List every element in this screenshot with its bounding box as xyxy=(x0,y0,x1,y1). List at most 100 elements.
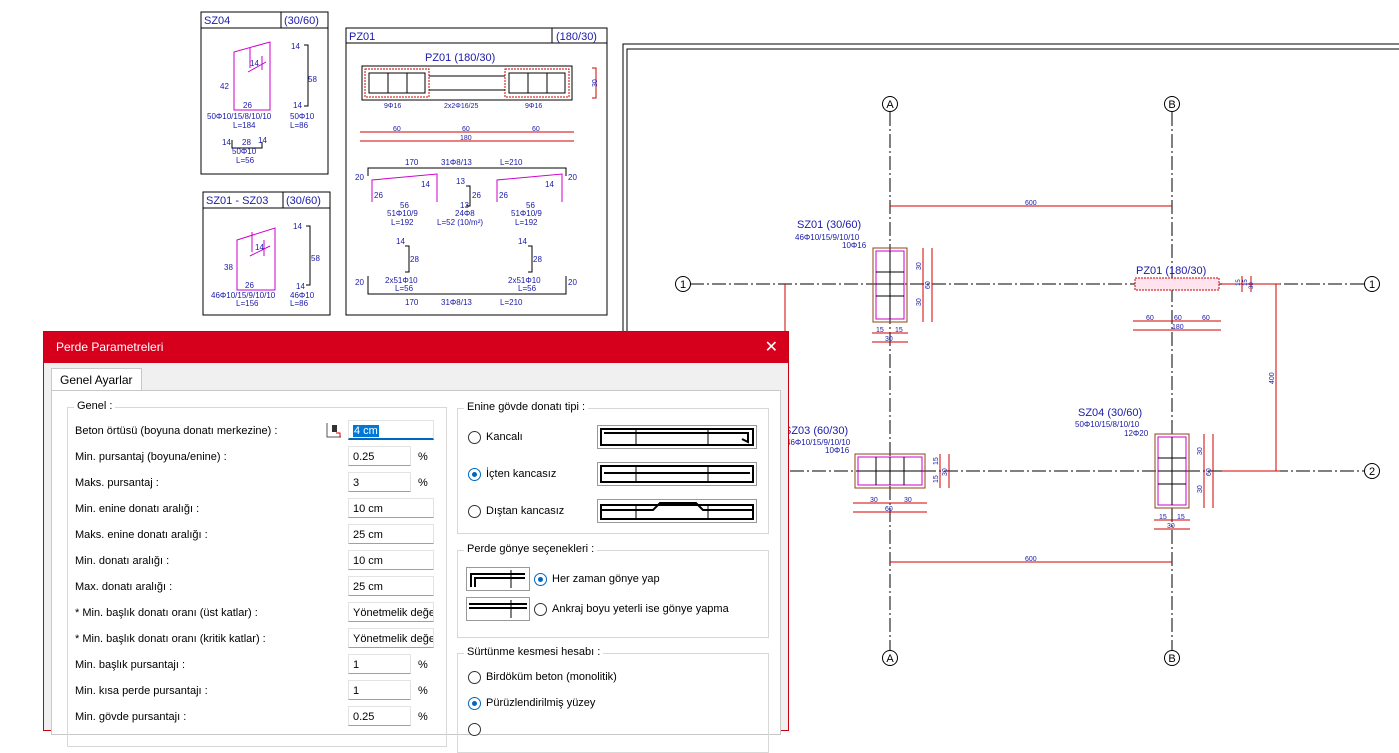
svg-text:30: 30 xyxy=(1167,523,1175,530)
svg-text:50Φ10: 50Φ10 xyxy=(290,112,315,121)
tab-panel-genel: Genel : Beton örtüsü (boyuna donatı merk… xyxy=(51,390,781,753)
svg-text:50Φ10/15/8/10/10: 50Φ10/15/8/10/10 xyxy=(1075,420,1140,429)
genel-group-title: Genel : xyxy=(74,400,116,412)
svg-text:14: 14 xyxy=(250,59,259,68)
svg-text:58: 58 xyxy=(308,75,317,84)
svg-text:170: 170 xyxy=(405,158,419,167)
pick-icon[interactable] xyxy=(324,420,344,440)
svg-text:60: 60 xyxy=(1146,315,1154,322)
min-baslik-pursantaji-input[interactable]: 1 xyxy=(348,654,411,674)
radio-her-zaman-gonye-yap[interactable] xyxy=(534,573,547,586)
axis-b-bottom: B xyxy=(1168,653,1175,665)
label-kancali[interactable]: Kancalı xyxy=(486,431,523,443)
enine-govde-donati-tipi-group: Enine gövde donatı tipi : Kancalı İçten … xyxy=(457,401,769,534)
label-ankraj-boyu-yeterli[interactable]: Ankraj boyu yeterli ise gönye yapma xyxy=(552,603,729,615)
svg-text:14: 14 xyxy=(296,282,305,291)
dialog-title: Perde Parametreleri xyxy=(56,340,164,354)
label-max-donati-araligi: Max. donatı aralığı : xyxy=(75,581,173,593)
min-donati-araligi-input[interactable]: 10 cm xyxy=(348,550,434,570)
unit-percent: % xyxy=(418,451,428,463)
min-baslik-donati-orani-kritik-input[interactable]: Yönetmelik değe xyxy=(348,628,434,648)
genel-group: Genel : Beton örtüsü (boyuna donatı merk… xyxy=(67,400,447,747)
svg-text:L=56: L=56 xyxy=(395,284,414,293)
svg-text:14: 14 xyxy=(291,42,300,51)
surtunme-group-title: Sürtünme kesmesi hesabı : xyxy=(464,646,604,658)
label-min-donati-araligi: Min. donatı aralığı : xyxy=(75,555,170,567)
svg-text:26: 26 xyxy=(499,191,508,200)
label-icten-kancasiz[interactable]: İçten kancasız xyxy=(486,468,556,480)
pz01-detail-title: PZ01 xyxy=(349,31,375,43)
label-min-baslik-donati-orani-kritik: * Min. başlık donatı oranı (kritik katla… xyxy=(75,633,266,645)
min-baslik-donati-orani-ust-input[interactable]: Yönetmelik değe xyxy=(348,602,434,622)
svg-text:30: 30 xyxy=(592,79,599,87)
svg-text:10Φ16: 10Φ16 xyxy=(825,446,850,455)
svg-text:30: 30 xyxy=(916,262,923,270)
min-pursantaj-input[interactable]: 0.25 xyxy=(348,446,411,466)
svg-text:60: 60 xyxy=(925,281,932,289)
axis-b-top: B xyxy=(1168,99,1175,111)
maks-enine-donati-araligi-input[interactable]: 25 cm xyxy=(348,524,434,544)
radio-birdokum-beton[interactable] xyxy=(468,671,481,684)
label-puruzlendirilmis-yuzey[interactable]: Pürüzlendirilmiş yüzey xyxy=(486,697,595,709)
svg-text:26: 26 xyxy=(374,191,383,200)
svg-text:31Φ8/13: 31Φ8/13 xyxy=(441,298,472,307)
radio-icten-kancasiz[interactable] xyxy=(468,468,481,481)
svg-text:26: 26 xyxy=(243,101,252,110)
label-birdokum-beton[interactable]: Birdöküm beton (monolitik) xyxy=(486,671,617,683)
label-maks-pursantaj: Maks. pursantaj : xyxy=(75,477,159,489)
axis-2-right: 2 xyxy=(1369,466,1375,478)
radio-kancali[interactable] xyxy=(468,431,481,444)
beton-ortusu-input[interactable]: 4 cm xyxy=(348,420,434,440)
label-min-pursantaj: Min. pursantaj (boyuna/enine) : xyxy=(75,451,227,463)
svg-text:30: 30 xyxy=(1197,485,1204,493)
svg-text:15: 15 xyxy=(1236,279,1242,286)
label-min-baslik-donati-orani-ust: * Min. başlık donatı oranı (üst katlar) … xyxy=(75,607,258,619)
radio-ankraj-boyu-yeterli[interactable] xyxy=(534,603,547,616)
svg-text:50Φ10: 50Φ10 xyxy=(232,147,257,156)
icten-kancasiz-preview-icon[interactable] xyxy=(597,462,757,486)
svg-text:31Φ8/13: 31Φ8/13 xyxy=(441,158,472,167)
gonye-ankraj-icon xyxy=(466,597,530,621)
svg-text:28: 28 xyxy=(410,255,419,264)
label-min-govde-pursantaji: Min. gövde pursantajı : xyxy=(75,711,187,723)
max-donati-araligi-input[interactable]: 25 cm xyxy=(348,576,434,596)
svg-text:30: 30 xyxy=(885,336,893,343)
svg-text:20: 20 xyxy=(355,278,364,287)
pz01-detail-dim: (180/30) xyxy=(556,31,597,43)
svg-text:20: 20 xyxy=(568,173,577,182)
sz04-detail-dim: (30/60) xyxy=(284,15,319,27)
svg-text:60: 60 xyxy=(885,506,893,513)
svg-text:400: 400 xyxy=(1269,372,1276,384)
radio-third-option[interactable] xyxy=(468,723,481,736)
svg-text:15: 15 xyxy=(1159,514,1167,521)
distan-kancasiz-preview-icon[interactable] xyxy=(597,499,757,523)
min-enine-donati-araligi-input[interactable]: 10 cm xyxy=(348,498,434,518)
enine-group-title: Enine gövde donatı tipi : xyxy=(464,401,589,413)
perde-parametreleri-dialog: Perde Parametreleri ✕ Genel Ayarlar Gene… xyxy=(43,331,789,753)
label-her-zaman-gonye-yap[interactable]: Her zaman gönye yap xyxy=(552,573,660,585)
svg-text:26: 26 xyxy=(245,281,254,290)
surtunme-kesmesi-hesabi-group: Sürtünme kesmesi hesabı : Birdöküm beton… xyxy=(457,646,769,753)
tab-genel-ayarlar[interactable]: Genel Ayarlar xyxy=(51,368,142,391)
radio-puruzlendirilmis-yuzey[interactable] xyxy=(468,697,481,710)
svg-text:13: 13 xyxy=(456,177,465,186)
label-distan-kancasiz[interactable]: Dıştan kancasız xyxy=(486,505,564,517)
svg-text:14: 14 xyxy=(293,101,302,110)
svg-text:170: 170 xyxy=(405,298,419,307)
min-kisa-perde-pursantaji-input[interactable]: 1 xyxy=(348,680,411,700)
svg-text:14: 14 xyxy=(421,180,430,189)
maks-pursantaj-input[interactable]: 3 xyxy=(348,472,411,492)
dialog-titlebar[interactable]: Perde Parametreleri ✕ xyxy=(44,332,788,363)
svg-text:9Φ16: 9Φ16 xyxy=(525,103,542,110)
sz04-label: SZ04 (30/60) xyxy=(1078,407,1142,419)
svg-text:PZ01 (180/30): PZ01 (180/30) xyxy=(425,52,495,64)
svg-text:60: 60 xyxy=(1202,315,1210,322)
svg-text:180: 180 xyxy=(1172,324,1184,331)
svg-text:14: 14 xyxy=(293,222,302,231)
svg-text:15: 15 xyxy=(895,327,903,334)
radio-distan-kancasiz[interactable] xyxy=(468,505,481,518)
close-icon[interactable]: ✕ xyxy=(765,332,778,363)
min-govde-pursantaji-input[interactable]: 0.25 xyxy=(348,706,411,726)
svg-text:L=56: L=56 xyxy=(518,284,537,293)
kancali-preview-icon[interactable] xyxy=(597,425,757,449)
